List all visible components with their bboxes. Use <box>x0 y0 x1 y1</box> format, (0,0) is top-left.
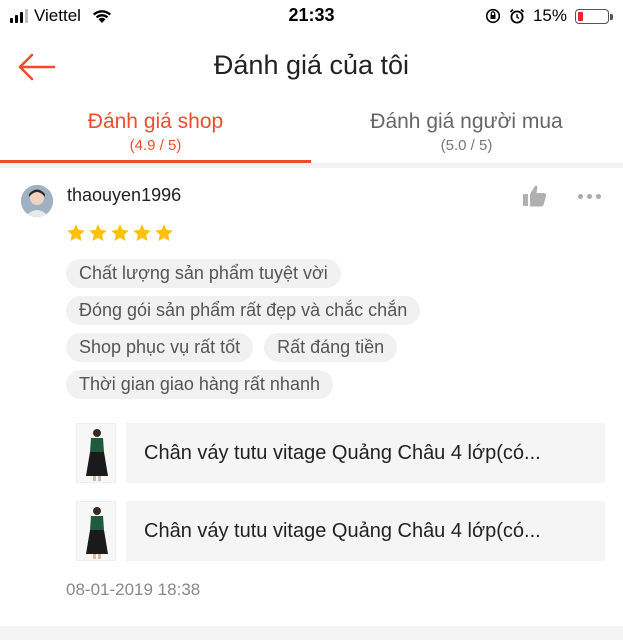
tab-rating: (4.9 / 5) <box>129 137 182 154</box>
tab-bar: Đánh giá shop (4.9 / 5) Đánh giá người m… <box>0 106 623 163</box>
review-tag: Thời gian giao hàng rất nhanh <box>66 370 333 399</box>
tab-label: Đánh giá người mua <box>370 110 563 133</box>
star-icon <box>67 224 85 241</box>
divider <box>0 626 623 640</box>
review-tag: Rất đáng tiền <box>264 333 398 362</box>
thumbs-up-icon[interactable] <box>522 184 548 208</box>
avatar[interactable] <box>21 185 53 217</box>
battery-icon <box>575 8 613 24</box>
star-icon <box>133 224 151 241</box>
star-icon <box>155 224 173 241</box>
tab-label: Đánh giá shop <box>87 110 224 133</box>
divider <box>0 163 623 168</box>
review-timestamp: 08-01-2019 18:38 <box>66 580 201 599</box>
product-name: Chân váy tutu vitage Quảng Châu 4 lớp(có… <box>126 501 605 561</box>
rotation-lock-icon <box>485 8 501 24</box>
tab-rating: (5.0 / 5) <box>440 137 493 154</box>
star-rating <box>66 223 174 243</box>
tab-shop-reviews[interactable]: Đánh giá shop (4.9 / 5) <box>0 106 311 163</box>
tag-row: Chất lượng sản phẩm tuyệt vời <box>66 259 586 288</box>
review-tag: Shop phục vụ rất tốt <box>66 333 254 362</box>
more-options-icon[interactable] <box>578 188 608 204</box>
product-item[interactable]: Chân váy tutu vitage Quảng Châu 4 lớp(có… <box>76 422 605 484</box>
product-item[interactable]: Chân váy tutu vitage Quảng Châu 4 lớp(có… <box>76 500 605 562</box>
review-tag: Đóng gói sản phẩm rất đẹp và chắc chắn <box>66 296 421 325</box>
tab-buyer-reviews[interactable]: Đánh giá người mua (5.0 / 5) <box>311 106 622 162</box>
star-icon <box>111 224 129 241</box>
battery-percent: 15% <box>532 6 567 25</box>
username[interactable]: thaouyen1996 <box>67 185 181 206</box>
product-thumbnail <box>76 423 116 483</box>
review-card: thaouyen1996 Chất lượng sản phẩm tuyệt v… <box>0 170 623 625</box>
nav-bar: Đánh giá của tôi <box>0 36 623 96</box>
alarm-icon <box>509 8 525 24</box>
tag-row: Đóng gói sản phẩm rất đẹp và chắc chắn <box>66 296 586 325</box>
product-name: Chân váy tutu vitage Quảng Châu 4 lớp(có… <box>126 423 605 483</box>
review-tags: Chất lượng sản phẩm tuyệt vời Đóng gói sả… <box>66 259 586 407</box>
review-tag: Chất lượng sản phẩm tuyệt vời <box>66 259 341 288</box>
status-bar: Viettel 21:33 15% <box>0 0 623 32</box>
product-thumbnail <box>76 501 116 561</box>
tag-row: Shop phục vụ rất tốt Rất đáng tiền <box>66 333 586 362</box>
star-icon <box>89 224 107 241</box>
page-title: Đánh giá của tôi <box>213 50 410 80</box>
tag-row: Thời gian giao hàng rất nhanh <box>66 370 586 399</box>
